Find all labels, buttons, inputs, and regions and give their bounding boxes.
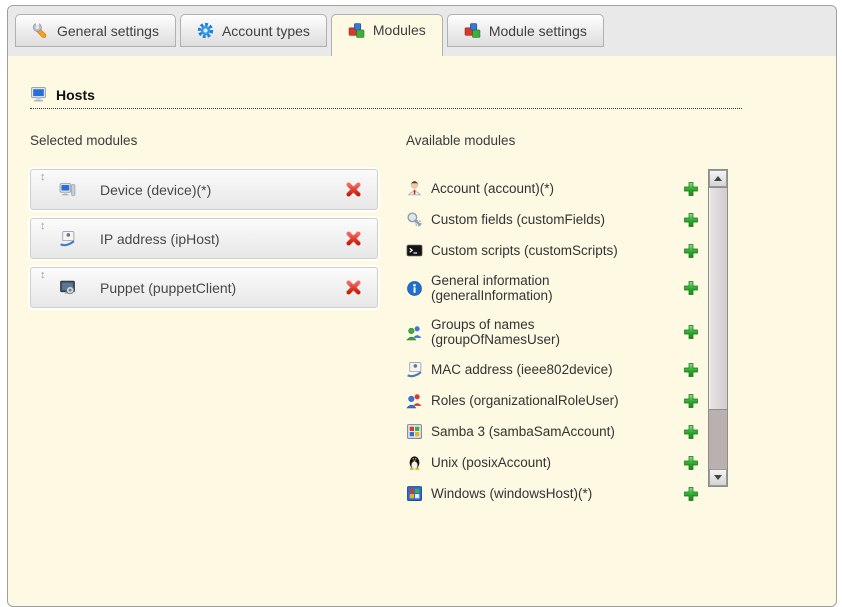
tab-modules[interactable]: Modules — [331, 14, 443, 56]
tab-label: Modules — [373, 22, 426, 38]
available-module-label: Unix (posixAccount) — [431, 455, 663, 470]
hosts-section-header: Hosts — [30, 86, 742, 109]
available-module-groupofnames: Groups of names (groupOfNamesUser) — [406, 317, 705, 347]
add-module-icon[interactable] — [683, 486, 699, 502]
available-module-label: Custom scripts (customScripts) — [431, 243, 663, 258]
modules-panel: Hosts Selected modules ↕ — [8, 56, 836, 516]
selected-module-label: IP address (ipHost) — [100, 231, 220, 247]
network-icon — [406, 361, 423, 378]
available-module-label: Samba 3 (sambaSamAccount) — [431, 424, 663, 439]
modules-icon — [464, 22, 481, 39]
add-module-icon[interactable] — [683, 362, 699, 378]
available-module-label: Account (account)(*) — [431, 181, 663, 196]
scroll-up-button[interactable] — [709, 170, 727, 187]
selected-module-iphost[interactable]: ↕ IP address (ipHost) — [30, 218, 378, 259]
tab-label: General settings — [57, 23, 159, 39]
tab-module-settings[interactable]: Module settings — [447, 14, 604, 47]
section-title: Hosts — [56, 87, 95, 103]
scrollbar-thumb[interactable] — [709, 187, 727, 410]
add-module-icon[interactable] — [683, 455, 699, 471]
drag-handle-icon[interactable]: ↕ — [40, 172, 46, 183]
available-modules-list: Account (account)(*) — [406, 169, 705, 516]
available-module-label: Windows (windowsHost)(*) — [431, 486, 663, 501]
available-modules-scrollbar[interactable] — [708, 169, 728, 487]
tab-label: Module settings — [489, 23, 587, 39]
available-module-customscripts: Custom scripts (customScripts) — [406, 242, 705, 259]
add-module-icon[interactable] — [683, 424, 699, 440]
person-icon — [406, 180, 423, 197]
settings-panel: General settings Account types Modul — [7, 5, 837, 607]
tab-label: Account types — [222, 23, 310, 39]
gear-icon — [197, 22, 214, 39]
tux-icon — [406, 454, 423, 471]
add-module-icon[interactable] — [683, 243, 699, 259]
available-module-label: Roles (organizationalRoleUser) — [431, 393, 663, 408]
add-module-icon[interactable] — [683, 393, 699, 409]
tab-general-settings[interactable]: General settings — [15, 14, 176, 47]
add-module-icon[interactable] — [683, 324, 699, 340]
available-module-label: Custom fields (customFields) — [431, 212, 663, 227]
available-module-samba3: Samba 3 (sambaSamAccount) — [406, 423, 705, 440]
scroll-down-button[interactable] — [709, 469, 727, 486]
add-module-icon[interactable] — [683, 212, 699, 228]
drag-handle-icon[interactable]: ↕ — [40, 270, 46, 281]
info-icon — [406, 280, 423, 297]
available-module-generalinformation: General information (generalInformation) — [406, 273, 705, 303]
group-icon — [406, 324, 423, 341]
device-icon — [59, 181, 76, 198]
selected-module-device[interactable]: ↕ Device (device)(*) — [30, 169, 378, 210]
remove-module-icon[interactable] — [345, 279, 362, 296]
modules-icon — [348, 22, 365, 39]
windows-icon — [406, 485, 423, 502]
available-module-label: General information (generalInformation) — [431, 273, 663, 303]
available-module-label: Groups of names (groupOfNamesUser) — [431, 317, 663, 347]
tab-bar: General settings Account types Modul — [8, 6, 836, 56]
remove-module-icon[interactable] — [345, 230, 362, 247]
available-module-macaddress: MAC address (ieee802device) — [406, 361, 705, 378]
available-module-account: Account (account)(*) — [406, 180, 705, 197]
selected-modules-label: Selected modules — [30, 133, 378, 148]
available-modules-label: Available modules — [406, 133, 728, 148]
remove-module-icon[interactable] — [345, 181, 362, 198]
add-module-icon[interactable] — [683, 181, 699, 197]
arrow-up-icon — [714, 176, 722, 181]
terminal-icon — [406, 242, 423, 259]
drag-handle-icon[interactable]: ↕ — [40, 221, 46, 232]
scrollbar-track[interactable] — [709, 410, 727, 469]
available-module-label: MAC address (ieee802device) — [431, 362, 663, 377]
arrow-down-icon — [714, 475, 722, 480]
puppet-icon — [59, 279, 76, 296]
add-module-icon[interactable] — [683, 280, 699, 296]
selected-module-label: Device (device)(*) — [100, 182, 211, 198]
samba-icon — [406, 423, 423, 440]
selected-module-puppet[interactable]: ↕ Puppet (puppetClient) — [30, 267, 378, 308]
available-module-unix: Unix (posixAccount) — [406, 454, 705, 471]
tab-account-types[interactable]: Account types — [180, 14, 327, 47]
network-icon — [59, 230, 76, 247]
available-module-customfields: Custom fields (customFields) — [406, 211, 705, 228]
available-module-roles: Roles (organizationalRoleUser) — [406, 392, 705, 409]
roles-icon — [406, 392, 423, 409]
monitor-icon — [30, 86, 47, 103]
magnifier-gear-icon — [406, 211, 423, 228]
available-module-windows: Windows (windowsHost)(*) — [406, 485, 705, 502]
wrench-icon — [32, 22, 49, 39]
selected-module-label: Puppet (puppetClient) — [100, 280, 236, 296]
